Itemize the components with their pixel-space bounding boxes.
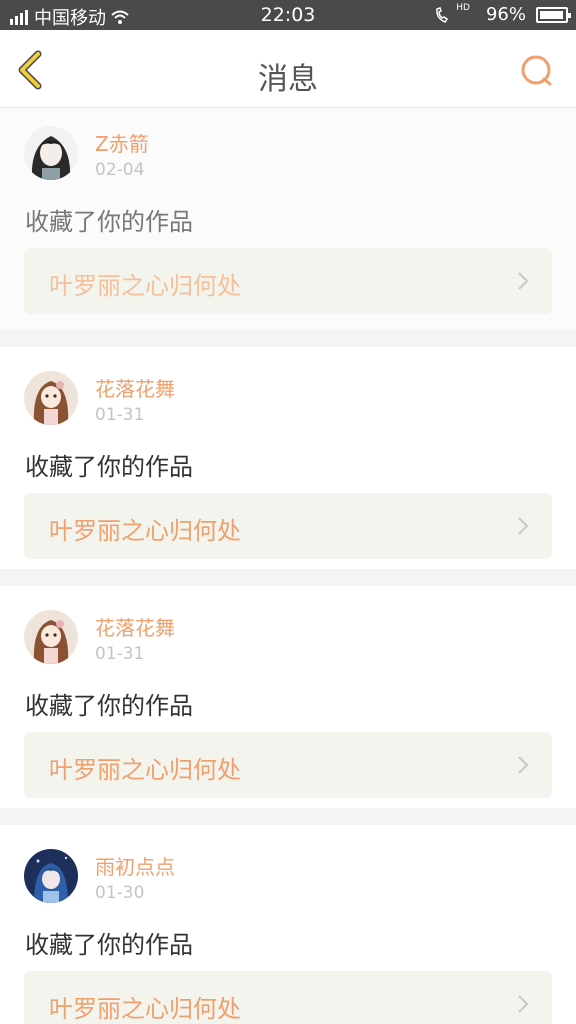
username[interactable]: 花落花舞 — [95, 373, 175, 402]
action-text: 收藏了你的作品 — [25, 208, 193, 236]
username[interactable]: 花落花舞 — [95, 612, 175, 641]
avatar[interactable] — [24, 371, 78, 425]
message-card: 花落花舞 01-31 收藏了你的作品 叶罗丽之心归何处 — [0, 347, 576, 569]
work-title: 叶罗丽之心归何处 — [49, 756, 241, 784]
work-link[interactable]: 叶罗丽之心归何处 — [24, 971, 552, 1024]
divider — [0, 330, 576, 347]
message-date: 01-31 — [95, 644, 145, 664]
nav-bar: 消息 — [0, 30, 576, 108]
message-date: 02-04 — [95, 160, 145, 180]
action-text: 收藏了你的作品 — [25, 931, 193, 959]
status-right: HD 96% — [434, 2, 571, 25]
chevron-right-icon — [518, 995, 529, 1013]
work-link[interactable]: 叶罗丽之心归何处 — [24, 732, 552, 798]
divider — [0, 569, 576, 586]
divider — [0, 808, 576, 825]
page-title: 消息 — [258, 62, 318, 97]
avatar[interactable] — [24, 849, 78, 903]
work-link[interactable]: 叶罗丽之心归何处 — [24, 493, 552, 559]
battery-icon — [536, 6, 571, 23]
chevron-right-icon — [518, 756, 529, 774]
message-card: 花落花舞 01-31 收藏了你的作品 叶罗丽之心归何处 — [0, 586, 576, 808]
search-icon[interactable] — [520, 54, 554, 88]
message-card: Z赤箭 02-04 收藏了你的作品 叶罗丽之心归何处 — [0, 108, 576, 330]
avatar[interactable] — [24, 126, 78, 180]
battery-percent: 96% — [485, 4, 526, 25]
username[interactable]: 雨初点点 — [95, 851, 175, 880]
chevron-right-icon — [518, 517, 529, 535]
work-title: 叶罗丽之心归何处 — [49, 272, 241, 300]
work-title: 叶罗丽之心归何处 — [49, 995, 241, 1023]
action-text: 收藏了你的作品 — [25, 453, 193, 481]
work-link[interactable]: 叶罗丽之心归何处 — [24, 248, 552, 314]
message-list: Z赤箭 02-04 收藏了你的作品 叶罗丽之心归何处 花落花舞 01-31 收藏… — [0, 108, 576, 1024]
avatar[interactable] — [24, 610, 78, 664]
chevron-right-icon — [518, 272, 529, 290]
message-date: 01-31 — [95, 405, 145, 425]
message-card: 雨初点点 01-30 收藏了你的作品 叶罗丽之心归何处 — [0, 825, 576, 1024]
work-title: 叶罗丽之心归何处 — [49, 517, 241, 545]
message-date: 01-30 — [95, 883, 145, 903]
status-bar: 中国移动 22:03 HD 96% — [0, 0, 576, 30]
hd-label: HD — [456, 2, 470, 13]
username[interactable]: Z赤箭 — [95, 128, 149, 157]
action-text: 收藏了你的作品 — [25, 692, 193, 720]
